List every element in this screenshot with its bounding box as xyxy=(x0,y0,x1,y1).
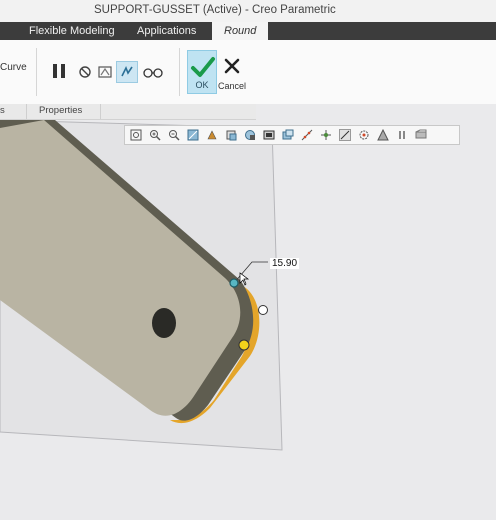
round-radius-dimension[interactable]: 15.90 xyxy=(270,258,300,269)
pause-icon[interactable] xyxy=(50,62,68,80)
tab-divider xyxy=(26,104,27,119)
tab-divider xyxy=(100,104,101,119)
dynamic-preview-icon[interactable] xyxy=(116,61,138,83)
datum-display-icon[interactable] xyxy=(282,129,294,141)
tab-flexible-modeling[interactable]: Flexible Modeling xyxy=(29,22,115,40)
repaint-icon[interactable] xyxy=(187,129,199,141)
ok-button[interactable]: OK xyxy=(187,50,217,94)
saved-orientations-icon[interactable] xyxy=(225,129,237,141)
close-icon xyxy=(224,58,240,74)
graphics-viewport[interactable] xyxy=(0,120,496,520)
cancel-label: Cancel xyxy=(217,81,246,91)
appearance-icon[interactable] xyxy=(358,129,370,141)
static-preview-icon[interactable] xyxy=(96,63,114,81)
menu-bar: Flexible Modeling Applications Round xyxy=(0,22,496,40)
dashboard-tabs: s Properties xyxy=(0,104,256,120)
window-title: SUPPORT-GUSSET (Active) - Creo Parametri… xyxy=(94,4,336,16)
refit-icon[interactable] xyxy=(130,129,142,141)
graphics-toolbar xyxy=(124,125,460,145)
select-icon[interactable] xyxy=(339,129,351,141)
view-manager-icon[interactable] xyxy=(244,129,256,141)
tab-applications[interactable]: Applications xyxy=(137,22,196,40)
tab-properties[interactable]: Properties xyxy=(39,105,82,116)
round-extent-handle[interactable] xyxy=(258,305,268,315)
settings-icon[interactable] xyxy=(415,129,427,141)
no-preview-icon[interactable] xyxy=(78,65,92,79)
cancel-button[interactable]: Cancel xyxy=(217,50,247,94)
verify-glasses-icon[interactable] xyxy=(142,64,164,80)
display-style-icon[interactable] xyxy=(263,129,275,141)
ribbon-empty-area xyxy=(256,40,496,104)
title-bar: SUPPORT-GUSSET (Active) - Creo Parametri… xyxy=(0,0,496,22)
curve-label[interactable]: Curve xyxy=(0,62,27,73)
tab-round[interactable]: Round xyxy=(212,22,269,40)
pause-icon[interactable] xyxy=(396,129,408,141)
ribbon-separator xyxy=(36,48,37,96)
round-anchor-handle[interactable] xyxy=(229,278,239,288)
tab-sets[interactable]: s xyxy=(0,105,5,116)
reorient-icon[interactable] xyxy=(206,129,218,141)
zoom-in-icon[interactable] xyxy=(149,129,161,141)
checkmark-icon xyxy=(191,57,215,77)
zoom-out-icon[interactable] xyxy=(168,129,180,141)
annotation-display-icon[interactable] xyxy=(301,129,313,141)
ok-label: OK xyxy=(195,80,209,90)
spin-center-icon[interactable] xyxy=(320,129,332,141)
ribbon-separator xyxy=(179,48,180,96)
part-hole xyxy=(152,308,176,338)
round-drag-handle[interactable] xyxy=(238,339,250,351)
simulation-icon[interactable] xyxy=(377,129,389,141)
